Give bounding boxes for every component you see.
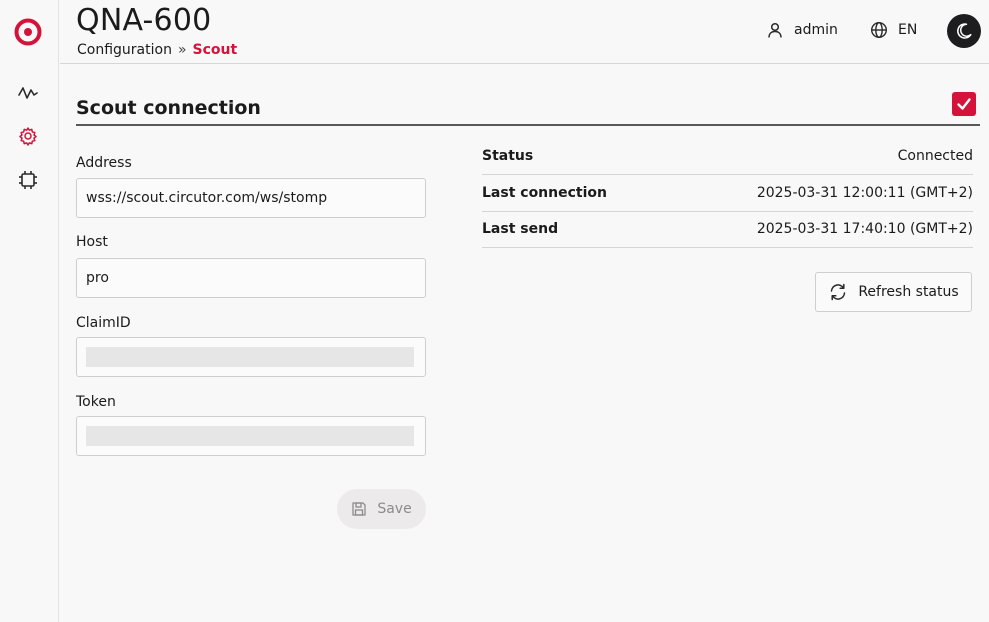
host-label: Host	[76, 234, 108, 250]
token-label: Token	[76, 394, 116, 410]
user-name: admin	[794, 22, 838, 38]
page-title: QNA-600	[76, 3, 212, 38]
user-menu[interactable]: admin	[766, 21, 838, 39]
check-icon	[955, 95, 973, 113]
refresh-icon	[828, 282, 848, 302]
last-send-row: Last send 2025-03-31 17:40:10 (GMT+2)	[482, 211, 973, 248]
breadcrumb: Configuration » Scout	[77, 42, 237, 58]
last-send-key: Last send	[482, 221, 559, 237]
language-selector[interactable]: EN	[870, 21, 917, 39]
sidebar	[0, 0, 59, 622]
chip-icon[interactable]	[17, 169, 39, 191]
section-title: Scout connection	[76, 97, 261, 119]
enable-checkbox[interactable]	[952, 92, 976, 116]
breadcrumb-current: Scout	[192, 42, 238, 58]
last-send-value: 2025-03-31 17:40:10 (GMT+2)	[756, 221, 973, 237]
circutor-logo[interactable]	[14, 18, 42, 46]
claim-id-label: ClaimID	[76, 315, 131, 331]
save-button[interactable]: Save	[337, 489, 426, 529]
activity-icon[interactable]	[17, 82, 39, 104]
breadcrumb-separator: »	[177, 42, 187, 58]
moon-icon	[955, 22, 973, 40]
refresh-status-button[interactable]: Refresh status	[815, 272, 972, 312]
theme-toggle-button[interactable]	[947, 14, 981, 48]
status-key: Status	[482, 148, 534, 164]
gear-icon[interactable]	[17, 125, 39, 147]
top-bar: QNA-600 Configuration » Scout admin EN	[60, 0, 989, 64]
status-value: Connected	[897, 148, 973, 164]
token-masked-value	[86, 426, 414, 446]
address-field[interactable]	[76, 178, 426, 218]
last-connection-row: Last connection 2025-03-31 12:00:11 (GMT…	[482, 175, 973, 212]
status-row: Status Connected	[482, 138, 973, 175]
claim-id-masked-value	[86, 347, 414, 367]
save-label: Save	[377, 501, 412, 517]
globe-icon	[870, 21, 888, 39]
refresh-status-label: Refresh status	[858, 284, 959, 300]
host-field[interactable]	[76, 258, 426, 298]
address-label: Address	[76, 155, 132, 171]
last-connection-value: 2025-03-31 12:00:11 (GMT+2)	[756, 185, 973, 201]
token-field[interactable]	[76, 416, 426, 456]
section-divider	[76, 124, 980, 126]
claim-id-field[interactable]	[76, 337, 426, 377]
language-label: EN	[898, 22, 918, 38]
breadcrumb-configuration[interactable]: Configuration	[77, 42, 172, 58]
last-connection-key: Last connection	[482, 185, 607, 201]
user-icon	[766, 21, 784, 39]
save-icon	[351, 501, 367, 517]
